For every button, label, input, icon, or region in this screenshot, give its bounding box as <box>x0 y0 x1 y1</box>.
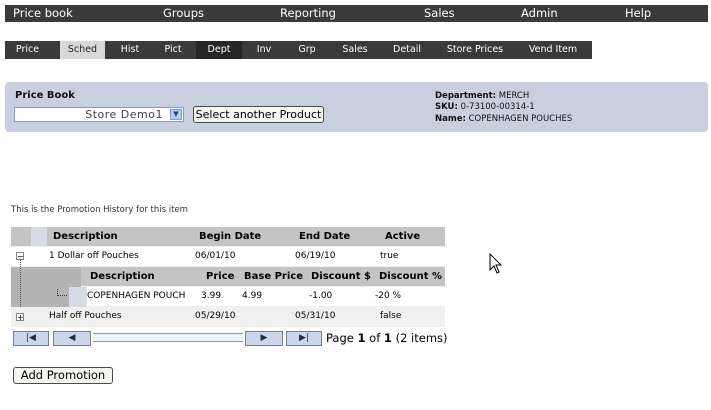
of-word: of <box>369 331 381 345</box>
tree-line <box>20 259 21 311</box>
nav-help[interactable]: Help <box>625 5 651 22</box>
row-active: false <box>380 311 402 321</box>
detail-base-price: 4.99 <box>242 291 263 301</box>
sub-nav-bar: Price Sched Hist Pict Dept Inv Grp Sales… <box>5 41 592 59</box>
tab-dept[interactable]: Dept <box>196 41 242 59</box>
col-end-date[interactable]: End Date <box>299 227 350 246</box>
department-label: Department: <box>435 91 497 101</box>
detail-col-description[interactable]: Description <box>90 267 155 286</box>
tab-detail[interactable]: Detail <box>383 41 431 59</box>
row-end-date: 05/31/10 <box>295 311 336 321</box>
col-begin-date[interactable]: Begin Date <box>199 227 261 246</box>
add-promotion-button[interactable]: Add Promotion <box>13 367 113 384</box>
detail-col-price[interactable]: Price <box>206 267 234 286</box>
col-active[interactable]: Active <box>385 227 420 246</box>
detail-discount-amt: -1.00 <box>309 291 333 301</box>
select-another-product-button[interactable]: Select another Product <box>193 106 324 123</box>
prev-page-icon: ◀ <box>68 333 76 343</box>
last-page-icon: ▶| <box>299 333 309 343</box>
page-word: Page <box>326 331 354 345</box>
expand-icon[interactable]: + <box>16 313 24 322</box>
row-description: 1 Dollar off Pouches <box>49 251 139 261</box>
prev-page-button[interactable]: ◀ <box>53 331 91 346</box>
last-page-button[interactable]: ▶| <box>286 331 322 346</box>
detail-col-discount-amt[interactable]: Discount $ <box>311 267 371 286</box>
detail-price: 3.99 <box>201 291 222 301</box>
price-book-label: Price Book <box>15 90 75 101</box>
sku-label: SKU: <box>435 102 458 112</box>
first-page-button[interactable]: |◀ <box>13 331 49 346</box>
store-select-value: Store Demo1 <box>85 108 163 121</box>
detail-description: COPENHAGEN POUCH <box>87 291 186 301</box>
tab-inv[interactable]: Inv <box>243 41 285 59</box>
tree-branch-icon <box>57 289 67 296</box>
page-total: 1 <box>383 331 392 345</box>
detail-col-discount-pct[interactable]: Discount % <box>379 267 442 286</box>
tab-vend-item[interactable]: Vend Item <box>517 41 589 59</box>
nav-price-book[interactable]: Price book <box>13 5 73 22</box>
row-begin-date: 06/01/10 <box>195 251 236 261</box>
name-info: Name: COPENHAGEN POUCHES <box>435 114 572 124</box>
nav-reporting[interactable]: Reporting <box>280 5 336 22</box>
history-note: This is the Promotion History for this i… <box>11 205 188 215</box>
name-label: Name: <box>435 114 466 124</box>
page-slider[interactable] <box>93 333 243 342</box>
tab-grp[interactable]: Grp <box>286 41 328 59</box>
row-active: true <box>380 251 399 261</box>
tab-store-prices[interactable]: Store Prices <box>437 41 513 59</box>
col-description[interactable]: Description <box>53 227 118 246</box>
tab-price[interactable]: Price <box>5 41 50 59</box>
nav-groups[interactable]: Groups <box>163 5 204 22</box>
table-row[interactable]: − 1 Dollar off Pouches 06/01/10 06/19/10… <box>11 247 445 266</box>
department-info: Department: MERCH <box>435 91 529 101</box>
sku-info: SKU: 0-73100-00314-1 <box>435 102 535 112</box>
table-row[interactable]: + Half off Pouches 05/29/10 05/31/10 fal… <box>11 307 445 326</box>
next-page-icon: ▶ <box>260 333 268 343</box>
detail-col-base-price[interactable]: Base Price <box>244 267 303 286</box>
detail-row-gutter <box>69 287 87 307</box>
mouse-cursor-icon <box>489 253 503 274</box>
chevron-down-icon[interactable]: ▼ <box>170 109 182 120</box>
nav-sales[interactable]: Sales <box>424 5 455 22</box>
tab-pict[interactable]: Pict <box>153 41 193 59</box>
department-value: MERCH <box>498 91 530 101</box>
row-description: Half off Pouches <box>49 311 122 321</box>
sku-value: 0-73100-00314-1 <box>460 102 535 112</box>
header-gutter <box>31 227 47 246</box>
nav-admin[interactable]: Admin <box>521 5 558 22</box>
row-begin-date: 05/29/10 <box>195 311 236 321</box>
detail-row[interactable]: COPENHAGEN POUCH 3.99 4.99 -1.00 -20 % <box>87 287 445 306</box>
row-end-date: 06/19/10 <box>295 251 336 261</box>
tab-hist[interactable]: Hist <box>109 41 151 59</box>
detail-discount-pct: -20 % <box>375 291 402 301</box>
top-nav-bar: Price book Groups Reporting Sales Admin … <box>5 5 708 22</box>
store-select[interactable]: Store Demo1 ▼ <box>14 107 184 122</box>
name-value: COPENHAGEN POUCHES <box>468 114 573 124</box>
first-page-icon: |◀ <box>26 333 36 343</box>
tab-sched[interactable]: Sched <box>60 41 105 59</box>
tab-sales[interactable]: Sales <box>331 41 379 59</box>
next-page-button[interactable]: ▶ <box>245 331 283 346</box>
page-current: 1 <box>357 331 366 345</box>
detail-header: Description Price Base Price Discount $ … <box>81 267 445 286</box>
page-indicator: Page 1 of 1 (2 items) <box>326 331 448 345</box>
promotion-grid: Description Begin Date End Date Active −… <box>11 227 445 327</box>
item-count: (2 items) <box>395 331 448 345</box>
grid-header: Description Begin Date End Date Active <box>11 227 445 246</box>
